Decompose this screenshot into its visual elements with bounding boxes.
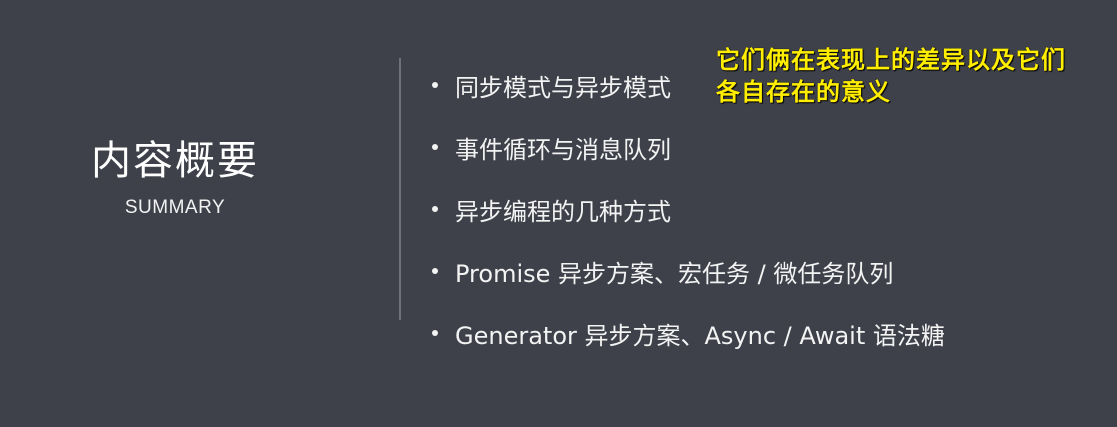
list-item-text: 异步编程的几种方式 — [455, 197, 671, 226]
list-item-text: 事件循环与消息队列 — [455, 135, 671, 164]
slide: 内容概要 SUMMARY 同步模式与异步模式 事件循环与消息队列 异步编程的几种… — [0, 0, 1117, 427]
list-item-text: Generator 异步方案、Async / Await 语法糖 — [455, 321, 945, 350]
list-item-text: Promise 异步方案、宏任务 / 微任务队列 — [455, 259, 894, 288]
bullet-icon — [432, 268, 438, 274]
vertical-divider — [399, 58, 401, 320]
list-item: Promise 异步方案、宏任务 / 微任务队列 — [428, 240, 945, 302]
page-title: 内容概要 — [91, 138, 259, 184]
page-subtitle: SUMMARY — [124, 197, 226, 218]
list-item: Generator 异步方案、Async / Await 语法糖 — [428, 302, 945, 364]
list-item-text: 同步模式与异步模式 — [455, 73, 671, 102]
list-item: 事件循环与消息队列 — [428, 116, 945, 178]
summary-block: 内容概要 SUMMARY — [60, 135, 290, 221]
bullet-icon — [432, 144, 438, 150]
bullet-icon — [432, 82, 438, 88]
annotation-line-1: 它们俩在表现上的差异以及它们 — [716, 46, 1066, 74]
subtitle-annotation: 它们俩在表现上的差异以及它们 各自存在的意义 — [716, 44, 1116, 108]
bullet-icon — [432, 330, 438, 336]
list-item: 异步编程的几种方式 — [428, 178, 945, 240]
annotation-line-2: 各自存在的意义 — [716, 78, 891, 106]
bullet-icon — [432, 206, 438, 212]
